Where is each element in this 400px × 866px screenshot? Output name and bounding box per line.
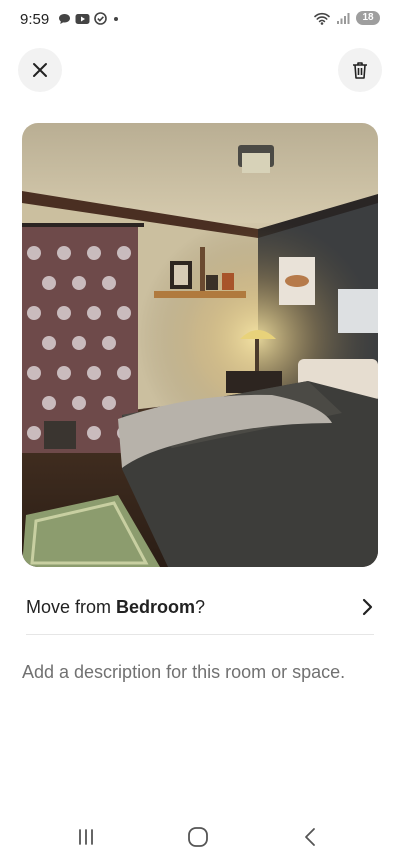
home-button[interactable] bbox=[178, 822, 218, 852]
delete-button[interactable] bbox=[338, 48, 382, 92]
navigation-bar bbox=[0, 810, 400, 866]
description-input[interactable] bbox=[22, 652, 378, 692]
status-time: 9:59 bbox=[20, 11, 50, 28]
chevron-right-icon bbox=[362, 598, 373, 616]
dot-icon bbox=[114, 16, 118, 21]
room-photo bbox=[22, 123, 378, 567]
move-room-row[interactable]: Move from Bedroom? bbox=[26, 580, 374, 635]
back-icon bbox=[305, 828, 315, 846]
room-name: Bedroom bbox=[116, 596, 196, 617]
signal-icon bbox=[337, 12, 350, 24]
close-button[interactable] bbox=[18, 48, 62, 92]
close-icon bbox=[33, 63, 47, 77]
move-room-text: Move from Bedroom? bbox=[26, 597, 205, 618]
chat-icon bbox=[59, 13, 70, 24]
status-bar: 9:59 18 bbox=[0, 0, 400, 40]
system-icons: 18 bbox=[314, 11, 380, 25]
notification-icons bbox=[58, 12, 121, 25]
back-button[interactable] bbox=[290, 822, 330, 852]
recents-icon bbox=[79, 829, 93, 845]
recents-button[interactable] bbox=[66, 822, 106, 852]
battery-indicator: 18 bbox=[356, 11, 380, 25]
wifi-icon bbox=[314, 12, 330, 25]
check-circle-icon bbox=[94, 12, 107, 25]
youtube-icon bbox=[75, 13, 90, 24]
home-icon bbox=[188, 827, 208, 847]
move-prefix: Move from bbox=[26, 596, 117, 617]
trash-icon bbox=[353, 62, 367, 79]
move-suffix: ? bbox=[195, 596, 206, 617]
